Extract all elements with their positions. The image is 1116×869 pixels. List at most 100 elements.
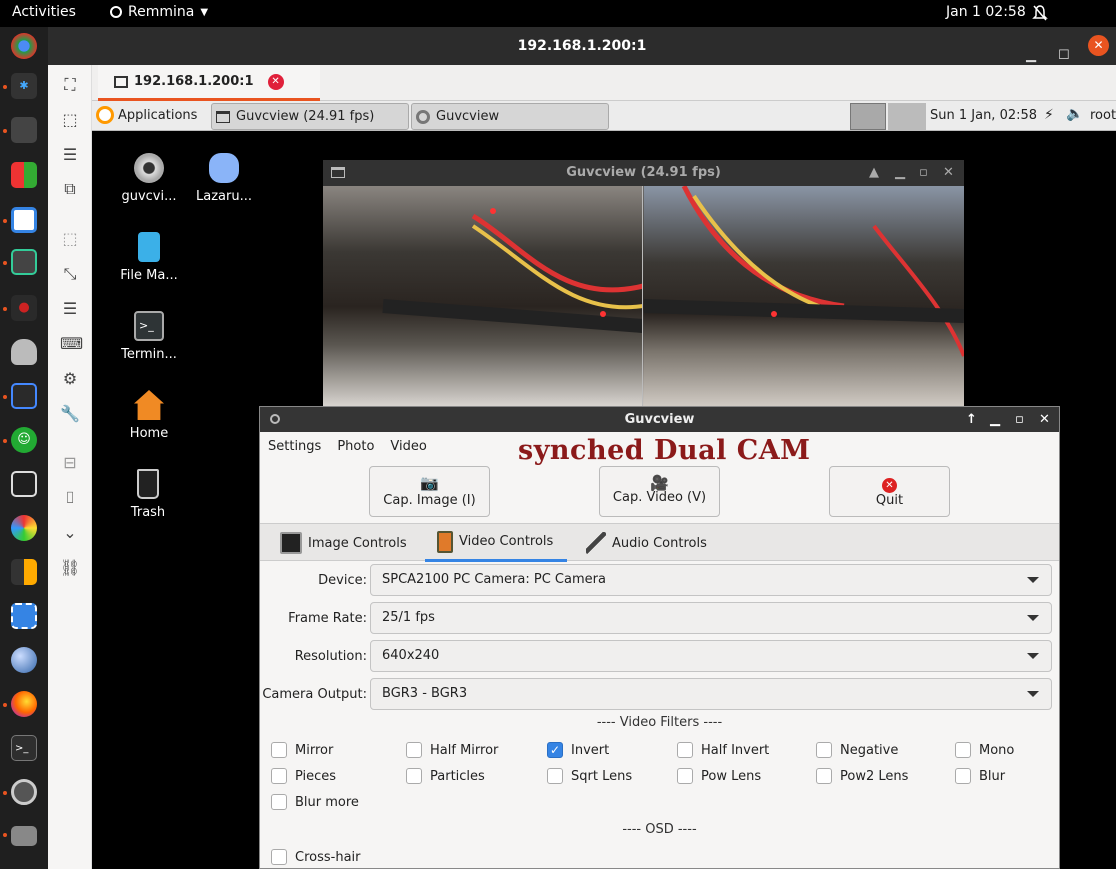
taskbar-item-video[interactable]: Guvcview (24.91 fps) [211, 103, 409, 130]
guvcview-titlebar[interactable]: Guvcview ↑ ▁ ▫ ✕ [260, 407, 1059, 432]
screenshot-tool-icon[interactable] [11, 603, 37, 629]
workspace-switcher[interactable] [888, 103, 926, 130]
checkbox-checked[interactable]: ✓ [547, 742, 563, 758]
filter-sqrt-lens-checkbox[interactable]: Sqrt Lens [547, 768, 632, 784]
volume-icon[interactable]: 🔈 [1066, 106, 1083, 122]
camera-output-select[interactable]: BGR3 - BGR3 [370, 678, 1052, 710]
multi-monitor-icon[interactable]: ⧉ [60, 179, 80, 199]
drawing-app-icon[interactable] [11, 117, 37, 143]
scale-icon[interactable]: ⬚ [60, 229, 80, 249]
windows-apps-icon[interactable] [11, 162, 37, 188]
menu-photo[interactable]: Photo [337, 439, 374, 454]
close-icon[interactable]: ✕ [1088, 35, 1109, 56]
desktop-icon-terminal[interactable]: >_ Termin... [109, 311, 189, 362]
close-icon[interactable]: ✕ [943, 160, 954, 186]
webcam-tray-icon[interactable] [850, 103, 886, 130]
desktop-icon-lazarus[interactable]: Lazaru... [184, 153, 264, 204]
resolution-select[interactable]: 640x240 [370, 640, 1052, 672]
accessibility-icon[interactable]: ☺ [11, 427, 37, 453]
terminal-icon[interactable]: >_ [11, 735, 37, 761]
disconnect-icon[interactable]: ⛓ [60, 558, 80, 578]
checkbox-box[interactable] [955, 742, 971, 758]
minimize-icon[interactable]: ▁ [990, 407, 1000, 432]
screenshot-icon[interactable]: ⌷ [60, 488, 80, 508]
video-window[interactable]: Guvcview (24.91 fps) ▲ ▁ ▫ ✕ [323, 160, 964, 406]
system-monitor-icon[interactable]: ✱ [11, 73, 37, 99]
filter-half-invert-checkbox[interactable]: Half Invert [677, 742, 769, 758]
filter-pow-lens-checkbox[interactable]: Pow Lens [677, 768, 761, 784]
maximize-icon[interactable]: ▫ [1015, 407, 1024, 432]
menu-settings[interactable]: Settings [268, 439, 321, 454]
filter-pow2-lens-checkbox[interactable]: Pow2 Lens [816, 768, 908, 784]
checkbox-box[interactable] [816, 742, 832, 758]
panel-clock[interactable]: Sun 1 Jan, 02:58 [930, 108, 1037, 123]
top-bar-clock[interactable]: Jan 1 02:58 [946, 4, 1026, 20]
remmina-icon[interactable] [11, 249, 37, 275]
filter-blur-checkbox[interactable]: Blur [955, 768, 1005, 784]
frame-rate-select[interactable]: 25/1 fps [370, 602, 1052, 634]
checkbox-box[interactable] [271, 742, 287, 758]
osd-cross-hair-checkbox[interactable]: Cross-hair [271, 849, 361, 865]
tools-icon[interactable]: ⚙ [60, 369, 80, 389]
calculator-icon[interactable] [11, 559, 37, 585]
checkbox-box[interactable] [271, 768, 287, 784]
minimize-window-icon[interactable]: ⊟ [60, 453, 80, 473]
minimize-icon[interactable]: ▁ [895, 160, 905, 186]
fit-window-icon[interactable]: ⛶ [60, 75, 80, 95]
checkbox-box[interactable] [271, 849, 287, 865]
checkbox-box[interactable] [816, 768, 832, 784]
checkbox-box[interactable] [547, 768, 563, 784]
applications-menu[interactable]: Applications [96, 106, 197, 124]
cap-image-button[interactable]: 📷 Cap. Image (I) [369, 466, 490, 517]
firefox-icon[interactable] [11, 691, 37, 717]
globe-icon[interactable] [11, 647, 37, 673]
video-window-titlebar[interactable]: Guvcview (24.91 fps) ▲ ▁ ▫ ✕ [323, 160, 964, 186]
network-disconnected-icon[interactable]: ⚡ [1044, 107, 1054, 123]
taskbar-item-guvcview[interactable]: Guvcview [411, 103, 609, 130]
notifications-off-icon[interactable] [1032, 4, 1048, 22]
desktop-icon-file-manager[interactable]: File Ma... [109, 232, 189, 283]
chevron-down-icon[interactable]: ⌄ [60, 523, 80, 543]
activities-button[interactable]: Activities [12, 4, 76, 20]
checkbox-box[interactable] [955, 768, 971, 784]
preferences-menu-icon[interactable]: ☰ [60, 299, 80, 319]
filter-mono-checkbox[interactable]: Mono [955, 742, 1014, 758]
remote-desktop[interactable]: Applications Guvcview (24.91 fps) Guvcvi… [92, 101, 1116, 869]
database-icon[interactable] [11, 339, 37, 365]
menu-icon[interactable]: ☰ [60, 145, 80, 165]
network-icon[interactable] [11, 383, 37, 409]
tab-video-controls[interactable]: Video Controls [425, 524, 567, 562]
desktop-icon-guvcview[interactable]: guvcvi... [109, 153, 189, 204]
app-menu[interactable]: Remmina ▼ [110, 4, 208, 20]
tab-image-controls[interactable]: Image Controls [280, 524, 407, 562]
cap-video-button[interactable]: 🎥 Cap. Video (V) [599, 466, 720, 517]
fullscreen-icon[interactable]: ⬚ [60, 110, 80, 130]
keyboard-icon[interactable]: ⌨ [60, 334, 83, 354]
window-menu-icon[interactable] [331, 167, 345, 178]
filter-half-mirror-checkbox[interactable]: Half Mirror [406, 742, 498, 758]
close-tab-icon[interactable]: ✕ [267, 73, 284, 90]
filter-mirror-checkbox[interactable]: Mirror [271, 742, 333, 758]
checkbox-box[interactable] [406, 742, 422, 758]
connection-tab[interactable]: 192.168.1.200:1 ✕ [98, 65, 320, 101]
shade-icon[interactable]: ↑ [966, 407, 977, 432]
checkbox-box[interactable] [677, 742, 693, 758]
checkbox-box[interactable] [406, 768, 422, 784]
quit-button[interactable]: ✕ Quit [829, 466, 950, 517]
filter-blur-more-checkbox[interactable]: Blur more [271, 794, 359, 810]
text-editor-icon[interactable] [11, 207, 37, 233]
drive-icon[interactable] [11, 826, 37, 846]
filter-pieces-checkbox[interactable]: Pieces [271, 768, 336, 784]
user-label[interactable]: root [1090, 108, 1116, 123]
chrome-icon[interactable] [11, 33, 37, 59]
pinwheel-icon[interactable] [11, 515, 37, 541]
filter-invert-checkbox[interactable]: ✓ Invert [547, 742, 609, 758]
checkbox-box[interactable] [271, 794, 287, 810]
wrench-icon[interactable]: 🔧 [60, 404, 80, 424]
bug-icon[interactable]: ● [11, 295, 37, 321]
filter-negative-checkbox[interactable]: Negative [816, 742, 898, 758]
menu-video[interactable]: Video [390, 439, 426, 454]
remmina-titlebar[interactable]: 192.168.1.200:1 ▁ ☐ ✕ [48, 27, 1116, 65]
maximize-icon[interactable]: ▫ [919, 160, 928, 186]
desktop-icon-home[interactable]: Home [109, 390, 189, 441]
